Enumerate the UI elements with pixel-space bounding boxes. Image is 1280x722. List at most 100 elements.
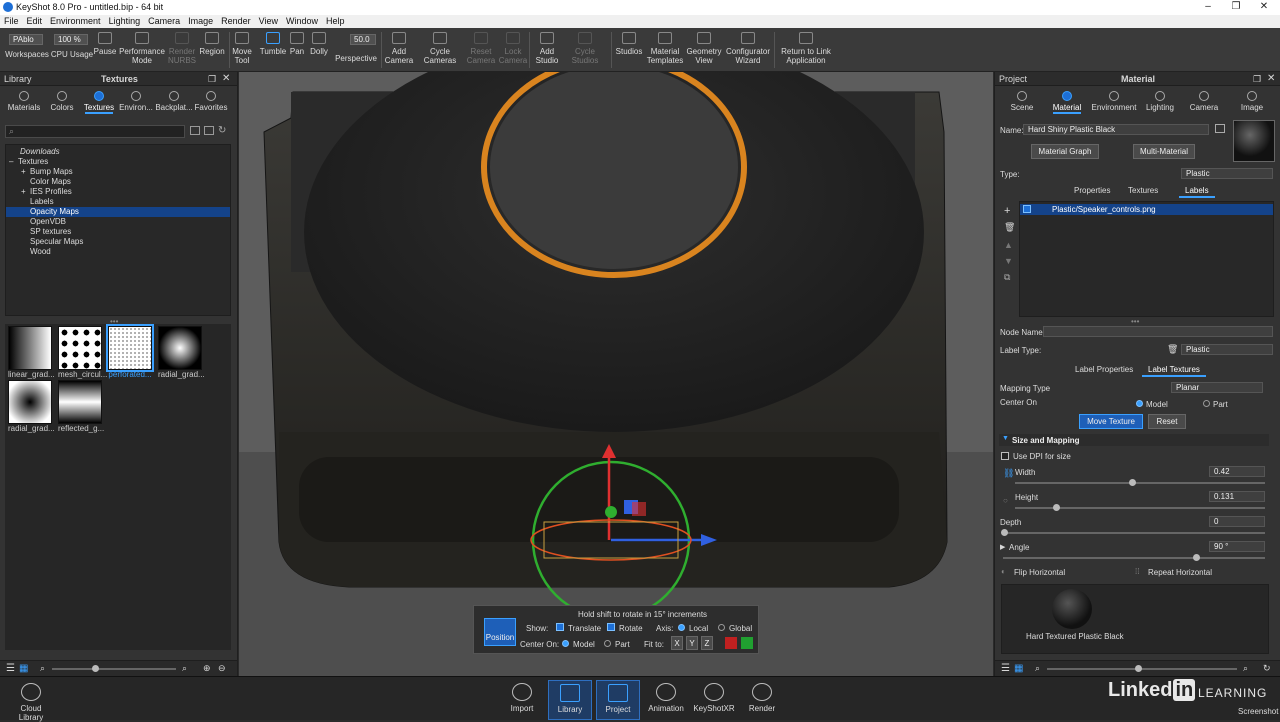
move-texture-button[interactable]: Move Texture [1079, 414, 1143, 429]
tab-materials[interactable]: Materials [4, 86, 44, 114]
render-nurbs-button[interactable]: Render NURBS [166, 28, 198, 72]
size-and-mapping-section[interactable]: ▼ Size and Mapping [999, 434, 1269, 446]
menu-render[interactable]: Render [217, 15, 255, 26]
library-search-input[interactable]: ⌕ [5, 125, 185, 138]
close-panel-icon[interactable]: ✕ [222, 72, 230, 86]
label-type-select[interactable]: Plastic [1181, 344, 1273, 355]
tree-item-openvdb[interactable]: OpenVDB [6, 217, 230, 227]
material-preview-thumbnail[interactable] [1233, 120, 1275, 162]
move-tool-button[interactable]: Move Tool [231, 28, 253, 72]
screenshot-label[interactable]: Screenshot [1238, 707, 1278, 716]
center-on-part-radio[interactable] [604, 640, 611, 647]
download-icon[interactable]: ⊖ [218, 663, 226, 674]
confirm-icon[interactable] [741, 637, 753, 649]
undock-icon[interactable]: ❐ [208, 72, 216, 86]
menu-camera[interactable]: Camera [144, 15, 184, 26]
restore-button[interactable]: ❐ [1222, 0, 1250, 15]
fit-x-button[interactable]: X [671, 636, 683, 650]
cpu-usage-button[interactable]: CPU Usage [50, 28, 94, 72]
tab-material[interactable]: Material [1049, 86, 1085, 114]
repeat-horizontal-label[interactable]: Repeat Horizontal [1148, 568, 1212, 577]
flip-horizontal-icon[interactable]: ◐ [1001, 567, 1006, 576]
menu-help[interactable]: Help [322, 15, 349, 26]
pause-button[interactable]: Pause [93, 28, 117, 72]
collapse-icon[interactable]: – [9, 157, 13, 167]
width-slider[interactable] [1015, 482, 1265, 484]
zoom-in-icon[interactable]: ⌕ [1243, 663, 1248, 674]
texture-thumbnail[interactable]: radial_grad... [8, 380, 55, 433]
configurator-wizard-button[interactable]: Configurator Wizard [725, 28, 771, 72]
tab-scene[interactable]: Scene [1005, 86, 1039, 114]
menu-lighting[interactable]: Lighting [105, 15, 145, 26]
tree-item-bump-maps[interactable]: + Bump Maps [6, 167, 230, 177]
close-button[interactable]: ✕ [1250, 0, 1278, 15]
tree-item-sp-textures[interactable]: SP textures [6, 227, 230, 237]
zoom-in-icon[interactable]: ⌕ [182, 663, 187, 674]
splitter-handle[interactable]: ••• [1131, 317, 1139, 326]
angle-input[interactable]: 90 ° [1209, 541, 1265, 552]
tab-lighting[interactable]: Lighting [1143, 86, 1177, 114]
thumbnail-size-knob[interactable] [92, 665, 99, 672]
repeat-horizontal-icon[interactable]: ⁞⁞ [1135, 567, 1139, 576]
keyshotxr-button[interactable]: KeyShotXR [692, 680, 736, 720]
center-on-part-radio[interactable] [1203, 400, 1210, 407]
list-view-icon[interactable]: ☰ [1001, 663, 1010, 674]
minimize-button[interactable]: – [1194, 0, 1222, 15]
multi-material-button[interactable]: Multi-Material [1133, 144, 1195, 159]
menu-environment[interactable]: Environment [46, 15, 105, 26]
pan-button[interactable]: Pan [288, 28, 306, 72]
center-on-model-radio[interactable] [562, 640, 569, 647]
material-name-input[interactable]: Hard Shiny Plastic Black [1023, 124, 1209, 135]
texture-thumbnail[interactable]: radial_grad... [158, 326, 205, 379]
subtab-labels[interactable]: Labels [1179, 186, 1215, 198]
axis-global-radio[interactable] [718, 624, 725, 631]
tab-camera[interactable]: Camera [1187, 86, 1221, 114]
cloud-library-button[interactable]: Cloud Library [8, 680, 54, 722]
dolly-button[interactable]: Dolly [307, 28, 331, 72]
material-graph-button[interactable]: Material Graph [1031, 144, 1099, 159]
animation-button[interactable]: Animation [644, 680, 688, 720]
add-camera-button[interactable]: Add Camera [384, 28, 414, 72]
duplicate-label-icon[interactable]: ⧉ [1004, 272, 1010, 283]
folder-add-icon[interactable] [204, 126, 214, 135]
workspaces-button[interactable]: Workspaces [4, 28, 50, 72]
add-label-icon[interactable]: + [1004, 205, 1010, 217]
flip-horizontal-label[interactable]: Flip Horizontal [1014, 568, 1065, 577]
grid-view-icon[interactable]: ▦ [19, 663, 28, 674]
add-studio-button[interactable]: Add Studio [533, 28, 561, 72]
tree-item-labels[interactable]: Labels [6, 197, 230, 207]
delete-label-type-icon[interactable]: 🗑 [1167, 344, 1178, 355]
tree-item-wood[interactable]: Wood [6, 247, 230, 257]
tab-environment[interactable]: Environment [1091, 86, 1137, 114]
rotate-checkbox[interactable] [607, 623, 615, 631]
list-view-icon[interactable]: ☰ [6, 663, 15, 674]
folder-icon[interactable] [190, 126, 200, 135]
texture-thumbnail[interactable]: linear_grad... [8, 326, 55, 379]
region-button[interactable]: Region [198, 28, 226, 72]
fit-z-button[interactable]: Z [701, 636, 713, 650]
unlink-icon[interactable]: ○ [1003, 496, 1008, 505]
performance-mode-button[interactable]: Performance Mode [119, 28, 165, 72]
material-templates-button[interactable]: Material Templates [646, 28, 684, 72]
menu-image[interactable]: Image [184, 15, 217, 26]
tab-textures[interactable]: Textures [81, 86, 117, 114]
tumble-button[interactable]: Tumble [259, 28, 287, 72]
tree-item-textures[interactable]: – Textures [6, 157, 230, 167]
texture-thumbnail-selected[interactable]: perforated... [106, 324, 154, 379]
tab-backplates[interactable]: Backplat... [155, 86, 193, 114]
subtab-label-textures[interactable]: Label Textures [1142, 365, 1206, 377]
tree-item-opacity-maps[interactable]: Opacity Maps [6, 207, 230, 217]
height-input[interactable]: 0.131 [1209, 491, 1265, 502]
texture-thumbnail[interactable]: reflected_g... [58, 380, 104, 433]
tree-item-ies-profiles[interactable]: + IES Profiles [6, 187, 230, 197]
expand-icon[interactable]: + [21, 187, 26, 197]
texture-thumbnail[interactable]: mesh_circul... [58, 326, 107, 379]
lock-camera-button[interactable]: Lock Camera [498, 28, 528, 72]
center-on-model-radio[interactable] [1136, 400, 1143, 407]
menu-edit[interactable]: Edit [23, 15, 47, 26]
undock-icon[interactable]: ❐ [1253, 72, 1261, 86]
tab-colors[interactable]: Colors [46, 86, 78, 114]
upload-icon[interactable]: ⊕ [203, 663, 211, 674]
translate-checkbox[interactable] [556, 623, 564, 631]
axis-local-radio[interactable] [678, 624, 685, 631]
